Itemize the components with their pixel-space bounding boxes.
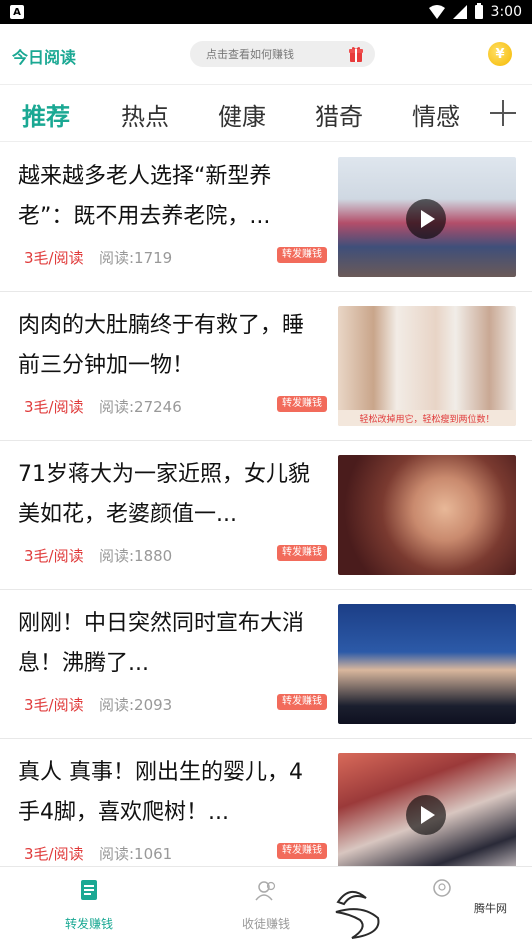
search-bar[interactable]: 点击查看如何赚钱 xyxy=(190,41,375,67)
nav-label: 收徒赚钱 xyxy=(241,917,290,931)
tab-emotion[interactable]: 情感 xyxy=(412,97,460,132)
status-time: 3:00 xyxy=(490,4,522,20)
app-bar: 今日阅读 点击查看如何赚钱 ¥ xyxy=(0,24,532,84)
watermark-subtitle: 腾牛网 xyxy=(474,902,507,915)
category-tabs: 推荐 热点 健康 猎奇 情感 xyxy=(0,84,532,142)
share-earn-badge[interactable]: 转发赚钱 xyxy=(277,396,327,412)
article-read-count: 阅读:1719 xyxy=(99,249,173,267)
article-title[interactable]: 71岁蒋大为一家近照，女儿貌美如花，老婆颜值一... xyxy=(18,455,318,535)
share-earn-badge[interactable]: 转发赚钱 xyxy=(277,843,327,859)
wifi-icon xyxy=(428,5,445,19)
battery-icon xyxy=(474,3,483,19)
article-thumbnail[interactable] xyxy=(338,753,516,866)
article-price: 3毛/阅读 xyxy=(24,696,84,714)
article-item[interactable]: 真人 真事！刚出生的婴儿，4手4脚，喜欢爬树！... 3毛/阅读 阅读:1061… xyxy=(0,739,532,866)
app-title: 今日阅读 xyxy=(12,48,77,67)
article-item[interactable]: 越来越多老人选择“新型养老”：既不用去养老院，... 3毛/阅读 阅读:1719… xyxy=(0,143,532,292)
signal-icon xyxy=(452,5,467,19)
nav-recruit-earn[interactable]: 收徒赚钱 xyxy=(206,879,326,932)
article-feed[interactable]: 越来越多老人选择“新型养老”：既不用去养老院，... 3毛/阅读 阅读:1719… xyxy=(0,143,532,866)
article-icon xyxy=(81,880,97,900)
tab-health[interactable]: 健康 xyxy=(218,97,266,132)
tab-hot[interactable]: 热点 xyxy=(121,97,169,132)
article-thumbnail[interactable] xyxy=(338,455,516,575)
article-item[interactable]: 肉肉的大肚腩终于有救了，睡前三分钟加一物！ 3毛/阅读 阅读:27246 转发赚… xyxy=(0,292,532,441)
play-icon[interactable] xyxy=(406,795,446,835)
people-icon xyxy=(255,881,276,901)
article-price: 3毛/阅读 xyxy=(24,249,84,267)
thumbnail-caption: 轻松改掉用它，轻松瘦到两位数！ xyxy=(338,410,516,426)
tab-curious[interactable]: 猎奇 xyxy=(315,97,363,132)
share-earn-badge[interactable]: 转发赚钱 xyxy=(277,545,327,561)
gold-coin-icon[interactable]: ¥ xyxy=(488,42,512,66)
article-item[interactable]: 71岁蒋大为一家近照，女儿貌美如花，老婆颜值一... 3毛/阅读 阅读:1880… xyxy=(0,441,532,590)
article-price: 3毛/阅读 xyxy=(24,547,84,565)
search-hint: 点击查看如何赚钱 xyxy=(206,48,294,61)
article-title[interactable]: 真人 真事！刚出生的婴儿，4手4脚，喜欢爬树！... xyxy=(18,753,318,833)
article-title[interactable]: 刚刚！中日突然同时宣布大消息！沸腾了... xyxy=(18,604,318,684)
article-item[interactable]: 刚刚！中日突然同时宣布大消息！沸腾了... 3毛/阅读 阅读:2093 转发赚钱 xyxy=(0,590,532,739)
article-title[interactable]: 越来越多老人选择“新型养老”：既不用去养老院，... xyxy=(18,157,318,237)
nav-label: 转发赚钱 xyxy=(64,917,113,931)
nav-share-earn[interactable]: 转发赚钱 xyxy=(29,879,149,932)
article-read-count: 阅读:1061 xyxy=(99,845,173,863)
tab-recommend[interactable]: 推荐 xyxy=(22,97,70,132)
article-read-count: 阅读:2093 xyxy=(99,696,173,714)
article-price: 3毛/阅读 xyxy=(24,845,84,863)
article-title[interactable]: 肉肉的大肚腩终于有救了，睡前三分钟加一物！ xyxy=(18,306,318,386)
red-gift-icon[interactable] xyxy=(349,46,363,62)
article-thumbnail[interactable]: 轻松改掉用它，轻松瘦到两位数！ xyxy=(338,306,516,426)
article-read-count: 阅读:27246 xyxy=(99,398,182,416)
article-price: 3毛/阅读 xyxy=(24,398,84,416)
article-read-count: 阅读:1880 xyxy=(99,547,173,565)
add-tab-icon[interactable] xyxy=(488,98,518,128)
notification-icon: A xyxy=(10,5,24,19)
article-thumbnail[interactable] xyxy=(338,604,516,724)
share-earn-badge[interactable]: 转发赚钱 xyxy=(277,694,327,710)
article-thumbnail[interactable] xyxy=(338,157,516,277)
status-bar: A 3:00 xyxy=(0,0,532,24)
share-earn-badge[interactable]: 转发赚钱 xyxy=(277,247,327,263)
play-icon[interactable] xyxy=(406,199,446,239)
